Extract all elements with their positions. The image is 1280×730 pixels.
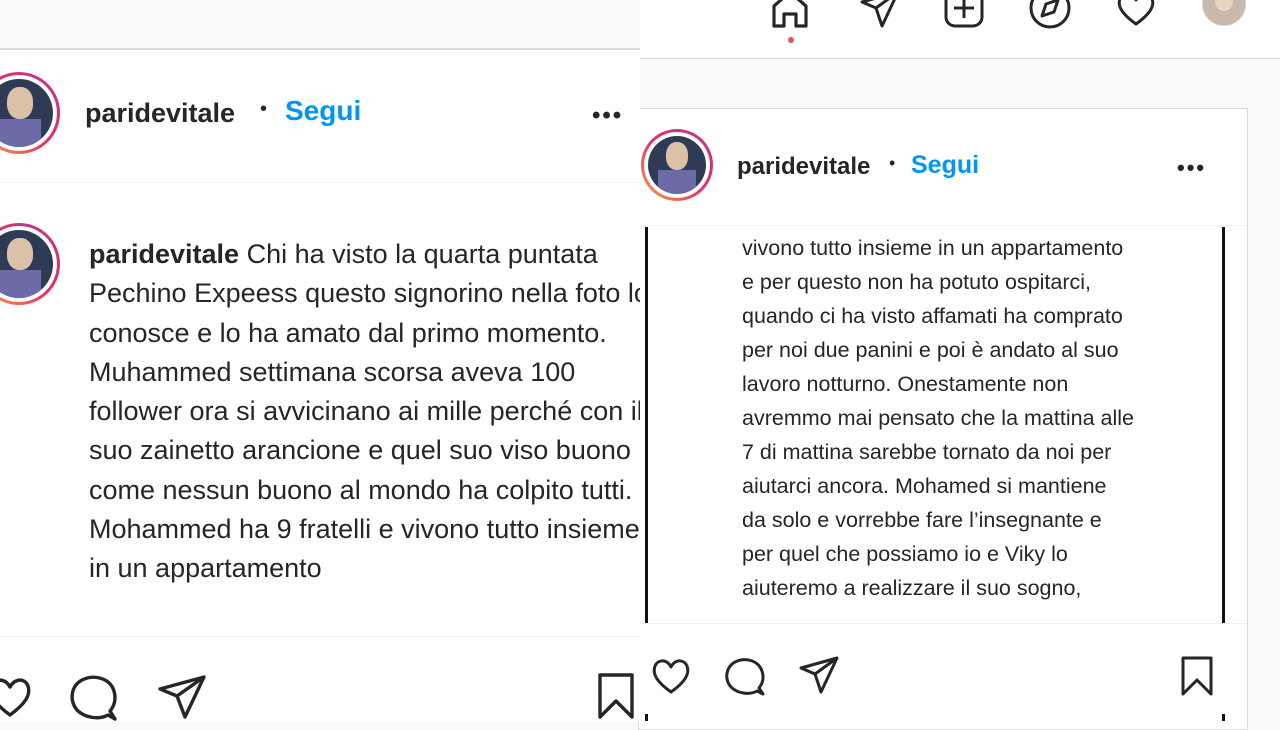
follow-button[interactable]: Segui: [285, 95, 361, 127]
post-action-bar: [0, 636, 640, 721]
explore-icon[interactable]: [1028, 0, 1072, 30]
top-strip: [0, 0, 640, 50]
more-options-icon[interactable]: •••: [1177, 155, 1206, 181]
comment-icon[interactable]: [68, 671, 120, 723]
comment-icon[interactable]: [723, 654, 767, 698]
save-icon[interactable]: [1177, 654, 1217, 698]
caption-area[interactable]: paridevitale Chi ha visto la quarta punt…: [0, 183, 640, 636]
caption-text: vivono tutto insieme in un appartamento …: [742, 236, 1134, 600]
follow-button[interactable]: Segui: [911, 151, 979, 180]
share-icon[interactable]: [797, 654, 841, 696]
new-post-icon[interactable]: [942, 0, 986, 30]
caption-body: Chi ha visto la quarta puntata Pechino E…: [89, 239, 640, 584]
separator-dot: •: [260, 98, 268, 120]
avatar[interactable]: [0, 223, 60, 305]
post-username[interactable]: paridevitale: [85, 98, 235, 129]
caption-username[interactable]: paridevitale: [89, 239, 239, 269]
save-icon[interactable]: [594, 671, 638, 721]
share-icon[interactable]: [156, 673, 208, 721]
zoomed-post-view: paridevitale • Segui ••• paridevitale Ch…: [0, 0, 640, 721]
direct-icon[interactable]: [858, 0, 902, 30]
profile-avatar[interactable]: [1202, 0, 1246, 26]
post-username[interactable]: paridevitale: [737, 153, 870, 181]
post-header: paridevitale • Segui •••: [639, 109, 1247, 226]
home-active-dot: [788, 37, 794, 43]
more-options-icon[interactable]: •••: [592, 102, 623, 130]
avatar[interactable]: [641, 129, 713, 201]
post-action-bar: [639, 623, 1247, 714]
home-icon[interactable]: [768, 0, 812, 30]
activity-icon[interactable]: [1114, 0, 1158, 30]
post-header-zoomed: paridevitale • Segui •••: [0, 50, 640, 183]
separator-dot: •: [889, 153, 896, 173]
like-icon[interactable]: [0, 671, 34, 719]
caption-text: paridevitale Chi ha visto la quarta punt…: [89, 235, 640, 589]
post-card: paridevitale • Segui ••• vivono tutto in…: [638, 108, 1248, 730]
like-icon[interactable]: [649, 654, 693, 696]
top-navigation-bar: [640, 0, 1280, 59]
avatar[interactable]: [0, 72, 60, 154]
background-post-view: paridevitale • Segui ••• vivono tutto in…: [638, 0, 1280, 730]
